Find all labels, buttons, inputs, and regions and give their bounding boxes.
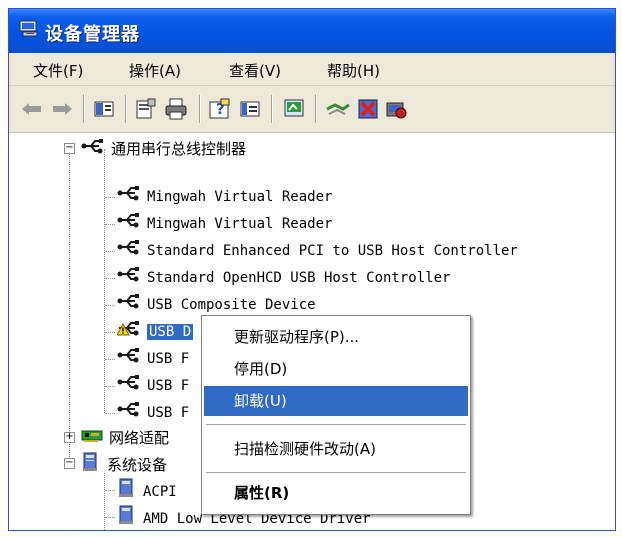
- tree-device[interactable]: USB F: [117, 401, 189, 425]
- uninstall-device-icon[interactable]: [383, 96, 409, 122]
- usb-icon: [117, 185, 141, 209]
- context-menu: 更新驱动程序(P)... 停用(D) 卸载(U) 扫描检测硬件改动(A) 属性(…: [201, 315, 471, 515]
- system-computer-icon: [81, 452, 101, 480]
- tree-category-network[interactable]: 网络适配: [81, 426, 169, 450]
- forward-arrow-icon[interactable]: [49, 96, 75, 122]
- properties-icon[interactable]: [133, 96, 159, 122]
- tree-device[interactable]: ACPI: [117, 478, 177, 502]
- collapse-usb-expander[interactable]: −: [64, 143, 75, 154]
- system-device-icon: [117, 478, 137, 506]
- usb-icon: [81, 138, 105, 162]
- update-driver-icon[interactable]: [325, 96, 351, 122]
- usb-icon: [117, 212, 141, 236]
- title-bar[interactable]: 设备管理器: [9, 9, 615, 53]
- menu-scan-hardware[interactable]: 扫描检测硬件改动(A): [204, 434, 468, 464]
- print-icon[interactable]: [163, 96, 189, 122]
- collapse-system-expander[interactable]: −: [64, 458, 75, 469]
- tree-device[interactable]: USB F: [117, 374, 189, 398]
- menu-action[interactable]: 操作(A): [129, 60, 181, 81]
- menu-update-driver[interactable]: 更新驱动程序(P)...: [204, 322, 468, 352]
- window-title: 设备管理器: [45, 24, 140, 45]
- menu-view[interactable]: 查看(V): [229, 60, 281, 81]
- tree-device[interactable]: USB F: [117, 347, 189, 371]
- disable-device-icon[interactable]: [355, 96, 381, 122]
- tree-device[interactable]: USB Composite Device: [117, 293, 316, 317]
- expand-network-expander[interactable]: +: [64, 432, 75, 443]
- menu-disable[interactable]: 停用(D): [204, 354, 468, 384]
- help-icon[interactable]: ?: [207, 96, 233, 122]
- device-manager-window: 设备管理器 文件(F) 操作(A) 查看(V) 帮助(H) ? − 通用串行总线…: [8, 8, 616, 531]
- tree-device[interactable]: Mingwah Virtual Reader: [117, 212, 332, 236]
- menu-separator: [206, 424, 466, 426]
- usb-icon: [117, 266, 141, 290]
- scan-hardware-icon[interactable]: [281, 96, 307, 122]
- usb-icon: [117, 239, 141, 263]
- device-manager-icon: [19, 20, 41, 38]
- tree-category-usb[interactable]: 通用串行总线控制器: [81, 137, 246, 161]
- menu-properties[interactable]: 属性(R): [204, 478, 468, 508]
- toolbar: ?: [9, 86, 615, 133]
- usb-icon: [117, 347, 141, 371]
- system-device-icon: [117, 505, 137, 530]
- tree-device[interactable]: Standard OpenHCD USB Host Controller: [117, 266, 450, 290]
- network-card-icon: [81, 427, 103, 451]
- menu-help[interactable]: 帮助(H): [327, 60, 380, 81]
- back-arrow-icon[interactable]: [19, 96, 45, 122]
- show-hide-tree-icon[interactable]: [91, 96, 117, 122]
- menu-uninstall[interactable]: 卸载(U): [204, 386, 468, 416]
- menu-file[interactable]: 文件(F): [33, 60, 83, 81]
- tree-device-selected[interactable]: USB D: [116, 320, 194, 344]
- view-icon[interactable]: [237, 96, 263, 122]
- usb-warning-icon: [116, 320, 141, 344]
- menu-bar: 文件(F) 操作(A) 查看(V) 帮助(H): [9, 53, 615, 86]
- tree-device[interactable]: Standard Enhanced PCI to USB Host Contro…: [117, 239, 518, 263]
- usb-icon: [117, 401, 141, 425]
- tree-device[interactable]: Mingwah Virtual Reader: [117, 185, 332, 209]
- usb-icon: [117, 374, 141, 398]
- menu-separator: [206, 472, 466, 474]
- usb-icon: [117, 293, 141, 317]
- tree-category-system[interactable]: 系统设备: [81, 452, 167, 476]
